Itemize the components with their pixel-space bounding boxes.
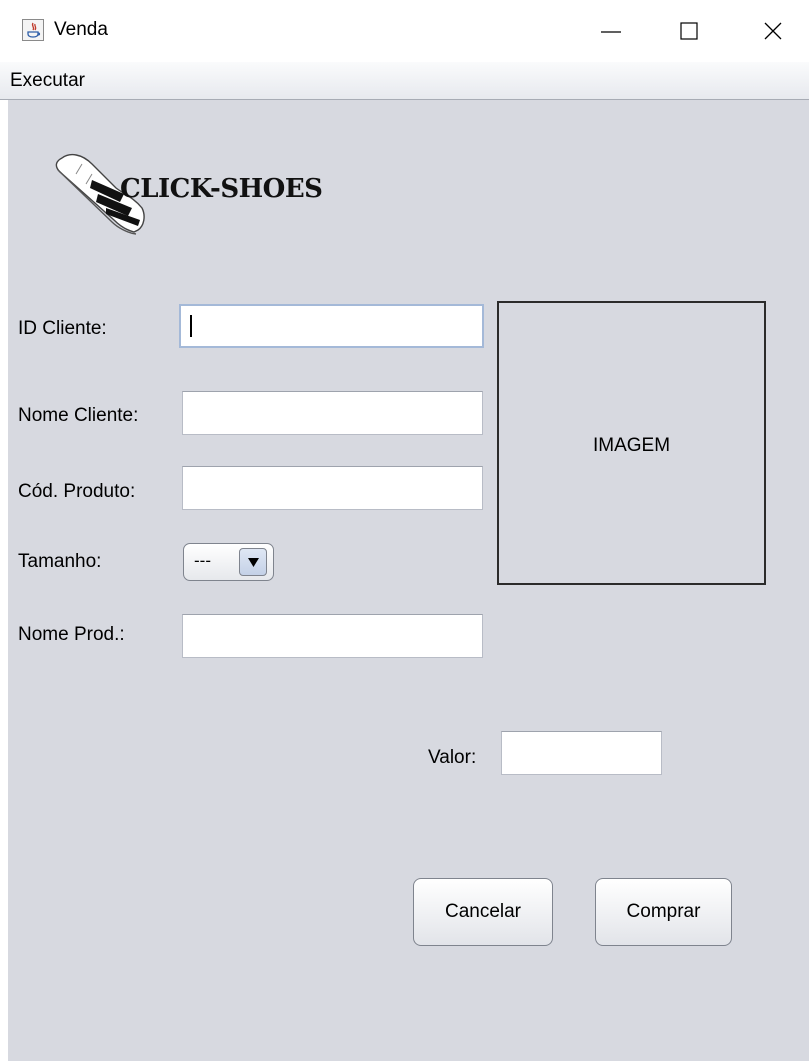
valor-input[interactable]: [501, 731, 662, 775]
image-placeholder-label: IMAGEM: [592, 435, 671, 456]
cod-produto-input[interactable]: [182, 466, 483, 510]
close-icon: [764, 22, 782, 40]
nome-prod-input[interactable]: [182, 614, 483, 658]
nome-cliente-input[interactable]: [182, 391, 483, 435]
tamanho-selected-value: ---: [194, 551, 211, 570]
maximize-button[interactable]: [672, 14, 706, 48]
buy-button[interactable]: Comprar: [595, 878, 732, 946]
java-app-icon: [22, 19, 44, 41]
minimize-button[interactable]: [594, 14, 628, 48]
menu-executar[interactable]: Executar: [10, 70, 85, 92]
id-cliente-input[interactable]: [179, 304, 484, 348]
title-bar: Venda: [0, 0, 809, 62]
close-button[interactable]: [756, 14, 790, 48]
text-caret: [190, 315, 192, 337]
valor-label: Valor:: [428, 747, 477, 768]
cancel-button[interactable]: Cancelar: [413, 878, 553, 946]
product-image-panel: IMAGEM: [497, 301, 766, 585]
cod-produto-label: Cód. Produto:: [18, 481, 136, 502]
menu-bar: Executar: [0, 62, 809, 100]
nome-prod-label: Nome Prod.:: [18, 624, 125, 645]
dropdown-arrow-button[interactable]: [239, 548, 267, 576]
tamanho-dropdown[interactable]: ---: [183, 543, 274, 581]
minimize-icon: [601, 31, 621, 33]
logo-text: CLICK-SHOES: [120, 174, 323, 204]
tamanho-label: Tamanho:: [18, 551, 102, 572]
id-cliente-label: ID Cliente:: [18, 318, 107, 339]
nome-cliente-label: Nome Cliente:: [18, 405, 139, 426]
window-title: Venda: [54, 19, 108, 40]
maximize-icon: [680, 22, 698, 40]
chevron-down-icon: [248, 558, 259, 567]
venda-form-panel: CLICK-SHOES ID Cliente: Nome Cliente: Có…: [8, 100, 809, 1061]
